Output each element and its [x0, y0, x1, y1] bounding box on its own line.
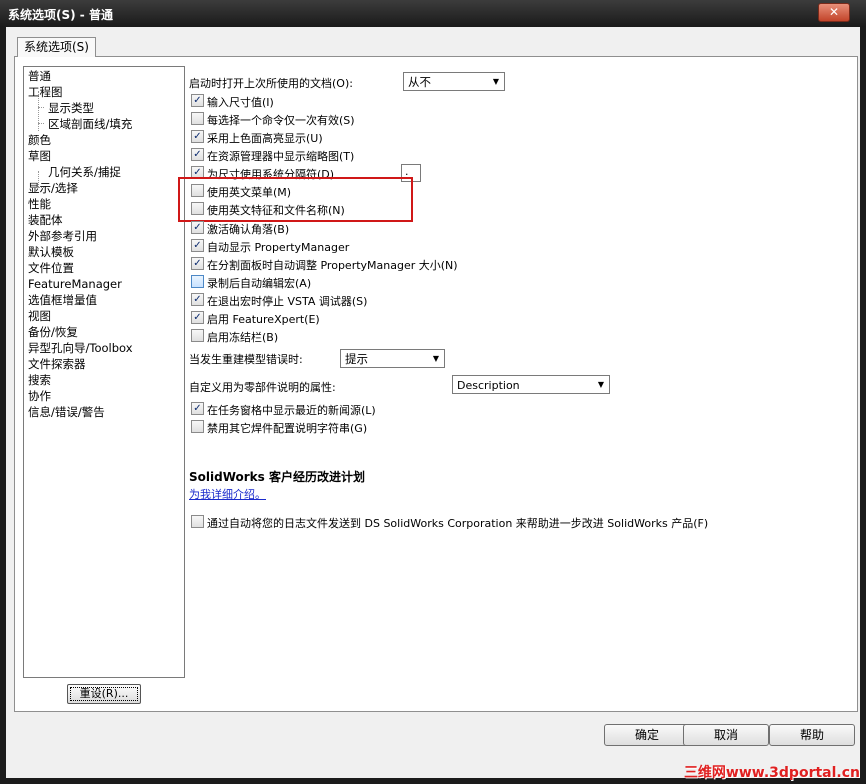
reset-button[interactable]: 重设(R)... — [67, 684, 141, 704]
label-single-command-per-pick: 每选择一个命令仅一次有效(S) — [207, 114, 355, 127]
checkbox-enable-freeze-bar[interactable] — [191, 329, 204, 342]
tree-item-display-style[interactable]: 显示类型 — [48, 101, 94, 116]
checkbox-show-thumbnails[interactable]: ✓ — [191, 148, 204, 161]
checkbox-show-news-feeds[interactable]: ✓ — [191, 402, 204, 415]
help-button[interactable]: 帮助 — [769, 724, 855, 746]
checkbox-send-logs[interactable] — [191, 515, 204, 528]
checkbox-auto-show-propertymanager[interactable]: ✓ — [191, 239, 204, 252]
checkbox-auto-size-propertymanager[interactable]: ✓ — [191, 257, 204, 270]
tree-item-colors[interactable]: 颜色 — [28, 133, 51, 148]
label-confirmation-corner: 激活确认角落(B) — [207, 223, 290, 236]
tree-item-spin-box-increments[interactable]: 选值框增量值 — [28, 293, 97, 308]
checkbox-input-dimension-value[interactable]: ✓ — [191, 94, 204, 107]
custom-property-label: 自定义用为零部件说明的属性: — [189, 381, 336, 394]
tree-item-sketch[interactable]: 草图 — [28, 149, 51, 164]
tree-item-file-explorer[interactable]: 文件探索器 — [28, 357, 86, 372]
open-docs-select[interactable]: 从不 ▼ — [403, 72, 505, 91]
custom-property-value: Description — [457, 379, 520, 392]
improvement-program-title: SolidWorks 客户经历改进计划 — [189, 470, 365, 484]
rebuild-error-label: 当发生重建模型错误时: — [189, 353, 303, 366]
highlight-box — [178, 177, 413, 222]
ok-button[interactable]: 确定 — [604, 724, 690, 746]
tree-item-drawings[interactable]: 工程图 — [28, 85, 63, 100]
dialog-client: 系统选项(S) 普通 工程图 显示类型 区域剖面线/填充 颜色 草图 几何关系/… — [6, 27, 860, 778]
chevron-down-icon: ▼ — [597, 380, 605, 389]
tab-system-options[interactable]: 系统选项(S) — [17, 37, 96, 57]
tree-item-external-references[interactable]: 外部参考引用 — [28, 229, 97, 244]
open-docs-value: 从不 — [408, 75, 431, 89]
label-auto-show-propertymanager: 自动显示 PropertyManager — [207, 241, 350, 254]
label-input-dimension-value: 输入尺寸值(I) — [207, 96, 274, 109]
tree-item-view[interactable]: 视图 — [28, 309, 51, 324]
category-tree[interactable]: 普通 工程图 显示类型 区域剖面线/填充 颜色 草图 几何关系/捕捉 显示/选择… — [23, 66, 185, 678]
tree-item-general[interactable]: 普通 — [28, 69, 51, 84]
label-auto-edit-macro: 录制后自动编辑宏(A) — [207, 277, 312, 290]
label-enable-freeze-bar: 启用冻结栏(B) — [207, 331, 279, 344]
chevron-down-icon: ▼ — [432, 354, 440, 363]
tree-connector — [38, 123, 44, 124]
tree-item-default-templates[interactable]: 默认模板 — [28, 245, 74, 260]
checkbox-single-command-per-pick[interactable] — [191, 112, 204, 125]
rebuild-error-select[interactable]: 提示 ▼ — [340, 349, 445, 368]
checkbox-auto-edit-macro[interactable] — [191, 275, 204, 288]
checkbox-confirmation-corner[interactable]: ✓ — [191, 221, 204, 234]
checkbox-enable-featurexpert[interactable]: ✓ — [191, 311, 204, 324]
cancel-button[interactable]: 取消 — [683, 724, 769, 746]
label-show-thumbnails: 在资源管理器中显示缩略图(T) — [207, 150, 355, 163]
tree-connector — [38, 107, 44, 108]
open-docs-label: 启动时打开上次所使用的文档(O): — [189, 77, 353, 90]
learn-more-link[interactable]: 为我详细介绍。 — [189, 486, 266, 502]
options-panel: 普通 工程图 显示类型 区域剖面线/填充 颜色 草图 几何关系/捕捉 显示/选择… — [14, 56, 858, 712]
chevron-down-icon: ▼ — [492, 77, 500, 86]
tree-item-messages-errors-warnings[interactable]: 信息/错误/警告 — [28, 405, 105, 420]
label-show-news-feeds: 在任务窗格中显示最近的新闻源(L) — [207, 404, 376, 417]
tree-item-relations-snaps[interactable]: 几何关系/捕捉 — [48, 165, 121, 180]
title-bar: 系统选项(S) - 普通 ✕ — [0, 0, 866, 27]
close-icon: ✕ — [828, 5, 840, 19]
custom-property-select[interactable]: Description ▼ — [452, 375, 610, 394]
label-auto-size-propertymanager: 在分割面板时自动调整 PropertyManager 大小(N) — [207, 259, 458, 272]
tree-item-backup-recover[interactable]: 备份/恢复 — [28, 325, 78, 340]
tree-item-file-locations[interactable]: 文件位置 — [28, 261, 74, 276]
tree-item-search[interactable]: 搜索 — [28, 373, 51, 388]
tree-item-featuremanager[interactable]: FeatureManager — [28, 277, 122, 292]
tree-item-collaboration[interactable]: 协作 — [28, 389, 51, 404]
label-shaded-face-highlight: 采用上色面高亮显示(U) — [207, 132, 323, 145]
window-title: 系统选项(S) - 普通 — [8, 8, 113, 22]
checkbox-stop-vsta-debugger[interactable]: ✓ — [191, 293, 204, 306]
rebuild-error-value: 提示 — [345, 352, 368, 366]
checkbox-disable-weldment-strings[interactable] — [191, 420, 204, 433]
watermark: 三维网www.3dportal.cn — [683, 765, 860, 781]
tree-item-performance[interactable]: 性能 — [28, 197, 51, 212]
tree-item-assemblies[interactable]: 装配体 — [28, 213, 63, 228]
label-send-logs: 通过自动将您的日志文件发送到 DS SolidWorks Corporation… — [207, 517, 709, 530]
label-disable-weldment-strings: 禁用其它焊件配置说明字符串(G) — [207, 422, 368, 435]
tree-item-display-selection[interactable]: 显示/选择 — [28, 181, 78, 196]
label-enable-featurexpert: 启用 FeatureXpert(E) — [207, 313, 320, 326]
tree-item-area-hatch[interactable]: 区域剖面线/填充 — [48, 117, 132, 132]
close-button[interactable]: ✕ — [818, 3, 850, 22]
checkbox-shaded-face-highlight[interactable]: ✓ — [191, 130, 204, 143]
tree-item-hole-wizard-toolbox[interactable]: 异型孔向导/Toolbox — [28, 341, 133, 356]
label-stop-vsta-debugger: 在退出宏时停止 VSTA 调试器(S) — [207, 295, 368, 308]
